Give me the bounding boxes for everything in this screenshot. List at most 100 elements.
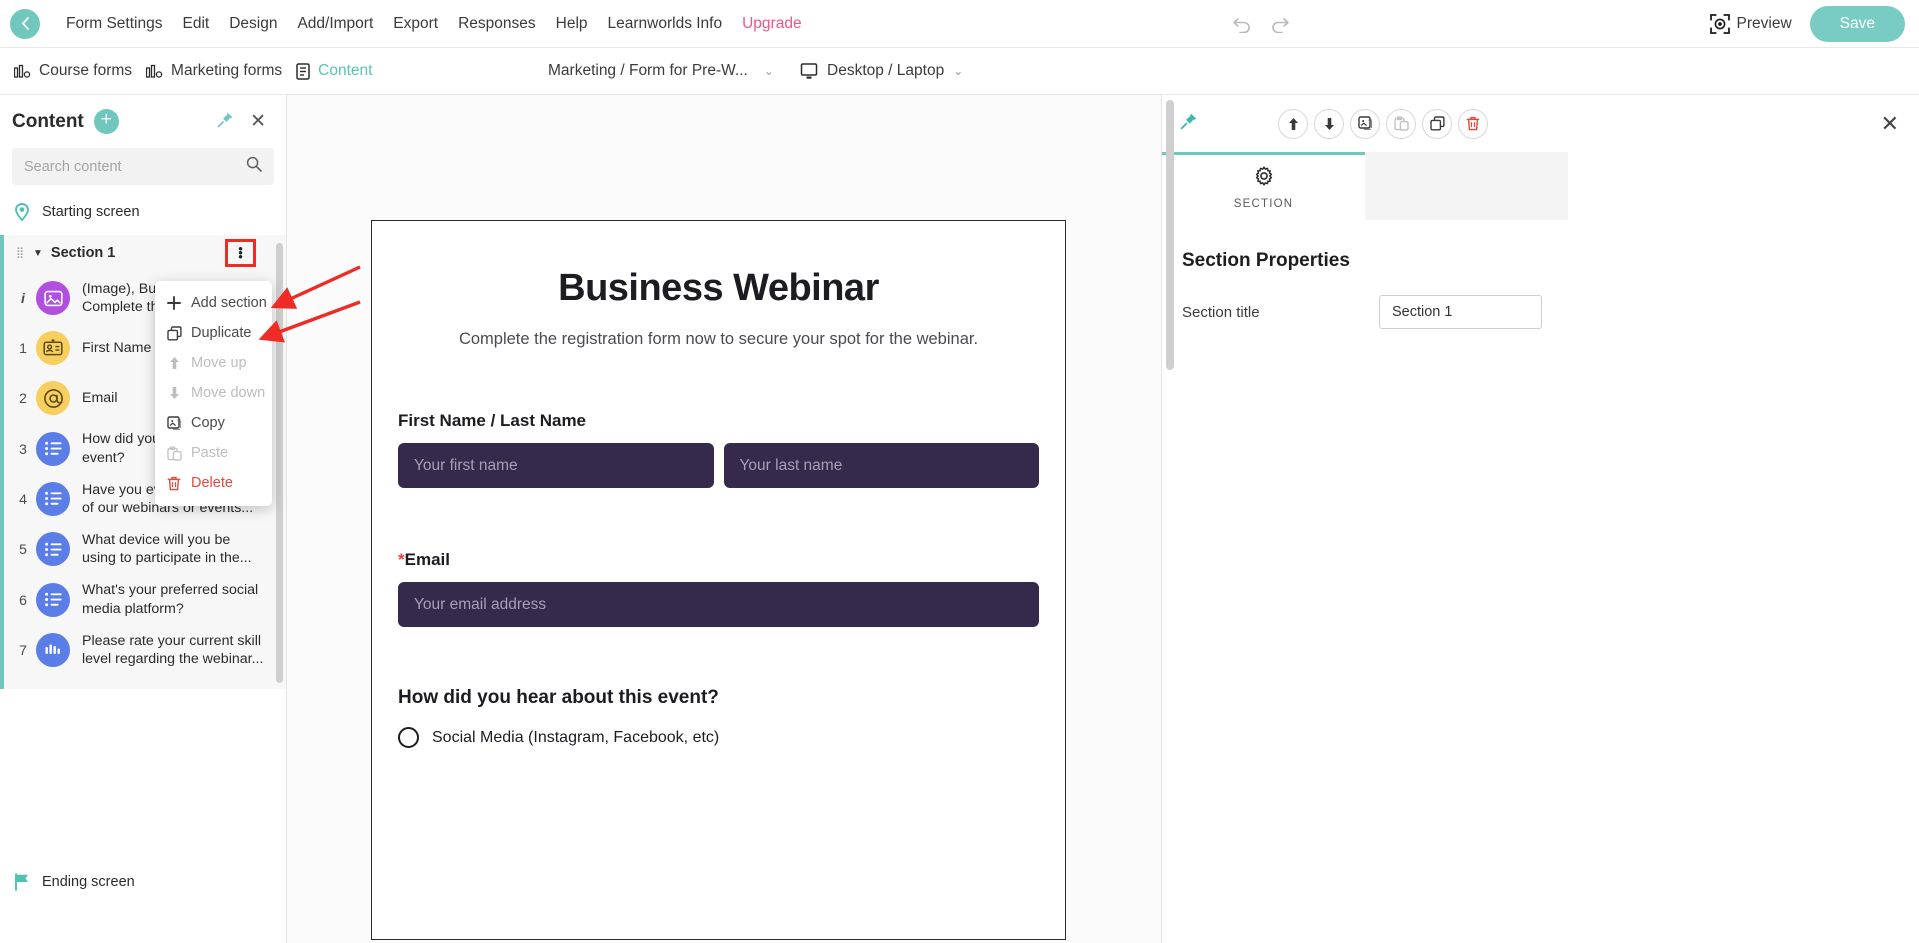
question-group: How did you hear about this event? Socia…	[398, 687, 1039, 748]
tab-marketing-forms[interactable]: Marketing forms	[146, 62, 282, 80]
menu-export[interactable]: Export	[383, 0, 448, 48]
last-name-placeholder: Your last name	[739, 456, 843, 474]
search-input[interactable]	[24, 158, 246, 175]
list-item-label-line: level regarding the webinar...	[82, 650, 264, 667]
gear-icon	[1254, 165, 1274, 191]
properties-tool-group	[1278, 108, 1488, 139]
tab-content[interactable]: Content	[296, 62, 372, 80]
search-icon[interactable]	[246, 156, 262, 177]
menu-help[interactable]: Help	[546, 0, 598, 48]
back-button[interactable]	[10, 8, 40, 39]
section-header-row[interactable]: ⣿ ▼ Section 1 • • •	[4, 235, 286, 271]
preview-button[interactable]: Preview	[1709, 13, 1792, 34]
list-item-number: 5	[19, 541, 27, 558]
context-duplicate-label: Duplicate	[191, 325, 252, 341]
email-input[interactable]: Your email address	[398, 582, 1039, 627]
list-item-number: 4	[19, 490, 27, 507]
tab-course-forms[interactable]: Course forms	[14, 62, 132, 80]
copy-icon	[166, 415, 182, 431]
required-asterisk: *	[398, 550, 405, 569]
menu-responses[interactable]: Responses	[448, 0, 546, 48]
id-card-icon	[36, 331, 70, 366]
tab-section[interactable]: SECTION	[1162, 152, 1365, 220]
list-item-label-line: Please rate your current skill	[82, 632, 261, 649]
list-icon	[36, 431, 70, 466]
bar-chart-icon	[146, 64, 163, 78]
move-down-button[interactable]	[1314, 108, 1344, 139]
menu-design[interactable]: Design	[219, 0, 287, 48]
menu-add-import[interactable]: Add/Import	[287, 0, 383, 48]
drag-handle-icon[interactable]: ⣿	[16, 248, 26, 259]
list-item-label-line: What's your preferred social	[82, 582, 259, 599]
last-name-input[interactable]: Your last name	[723, 443, 1039, 488]
preview-focus-icon	[1709, 13, 1730, 34]
section-title-field: Section title	[1182, 295, 1899, 329]
redo-icon[interactable]	[1270, 15, 1290, 33]
delete-button[interactable]	[1458, 108, 1488, 139]
list-item-number: 1	[19, 340, 27, 357]
ending-screen-label: Ending screen	[42, 874, 135, 890]
chevron-down-icon[interactable]: ▼	[33, 248, 43, 259]
properties-panel: ✕ SECTION Section Properties Section tit…	[1161, 95, 1919, 943]
radio-option-row[interactable]: Social Media (Instagram, Facebook, etc)	[398, 727, 1039, 748]
context-copy[interactable]: Copy	[155, 408, 272, 438]
section-title-input[interactable]	[1379, 295, 1542, 329]
search-content-box[interactable]	[12, 148, 274, 185]
duplicate-button[interactable]	[1422, 108, 1452, 139]
form-name-dropdown[interactable]: Marketing / Form for Pre-W... ⌄	[548, 62, 774, 80]
menu-edit[interactable]: Edit	[172, 0, 219, 48]
menu-form-settings[interactable]: Form Settings	[56, 0, 172, 48]
sidebar-item-ending-screen[interactable]: Ending screen	[0, 861, 149, 903]
paste-button[interactable]	[1386, 108, 1416, 139]
context-duplicate[interactable]: Duplicate	[155, 318, 272, 348]
close-properties-button[interactable]: ✕	[1881, 111, 1899, 137]
pin-icon[interactable]	[217, 111, 234, 133]
undo-redo-group	[1232, 15, 1290, 33]
close-sidebar-button[interactable]: ✕	[250, 110, 266, 133]
form-canvas: Business Webinar Complete the registrati…	[287, 95, 1161, 943]
list-item[interactable]: 6 What's your preferred social media plat…	[4, 574, 286, 624]
list-item[interactable]: 7 Please rate your current skill level re…	[4, 625, 286, 675]
pin-icon[interactable]	[1180, 112, 1198, 135]
device-dropdown[interactable]: Desktop / Laptop ⌄	[800, 62, 963, 80]
properties-heading: Section Properties	[1182, 250, 1350, 271]
menu-upgrade[interactable]: Upgrade	[732, 0, 811, 48]
plus-icon	[166, 296, 182, 310]
question-title: How did you hear about this event?	[398, 687, 719, 708]
properties-scrollbar[interactable]	[1166, 100, 1174, 370]
top-menu-bar: Form Settings Edit Design Add/Import Exp…	[0, 0, 1919, 48]
radio-button[interactable]	[398, 727, 419, 748]
list-item-label: What device will you be using to particip…	[82, 531, 252, 567]
context-paste: Paste	[155, 438, 272, 468]
list-icon	[36, 532, 70, 567]
desktop-icon	[800, 62, 818, 79]
chevron-left-icon	[21, 17, 29, 30]
add-content-button[interactable]: +	[93, 109, 119, 134]
move-up-button[interactable]	[1278, 108, 1308, 139]
list-item-number: 3	[19, 440, 27, 457]
sidebar-item-starting-screen[interactable]: Starting screen	[0, 185, 286, 235]
first-name-placeholder: Your first name	[414, 456, 518, 474]
properties-toolbar: ✕	[1162, 95, 1919, 152]
copy-button[interactable]	[1350, 108, 1380, 139]
undo-icon[interactable]	[1232, 15, 1252, 33]
menu-learnworlds-info[interactable]: Learnworlds Info	[598, 0, 733, 48]
save-button[interactable]: Save	[1809, 5, 1905, 42]
tab-secondary[interactable]	[1365, 152, 1568, 220]
section-options-button[interactable]: • • •	[225, 239, 256, 267]
context-add-section[interactable]: Add section	[155, 288, 272, 318]
device-label: Desktop / Laptop	[827, 62, 945, 79]
form-title: Business Webinar	[558, 267, 879, 309]
first-name-input[interactable]: Your first name	[398, 443, 714, 488]
context-delete[interactable]: Delete	[155, 468, 272, 498]
image-icon	[36, 281, 70, 316]
section-title-label: Section 1	[50, 245, 116, 261]
list-item-label-line: event?	[82, 449, 125, 466]
arrow-down-icon	[166, 386, 182, 400]
list-item[interactable]: 5 What device will you be using to partic…	[4, 524, 286, 574]
secondary-toolbar: Course forms Marketing forms Content Mar…	[0, 48, 1919, 95]
sidebar-scrollbar[interactable]	[276, 243, 283, 683]
context-paste-label: Paste	[191, 445, 229, 461]
email-placeholder: Your email address	[414, 595, 547, 613]
location-pin-icon	[15, 203, 29, 221]
